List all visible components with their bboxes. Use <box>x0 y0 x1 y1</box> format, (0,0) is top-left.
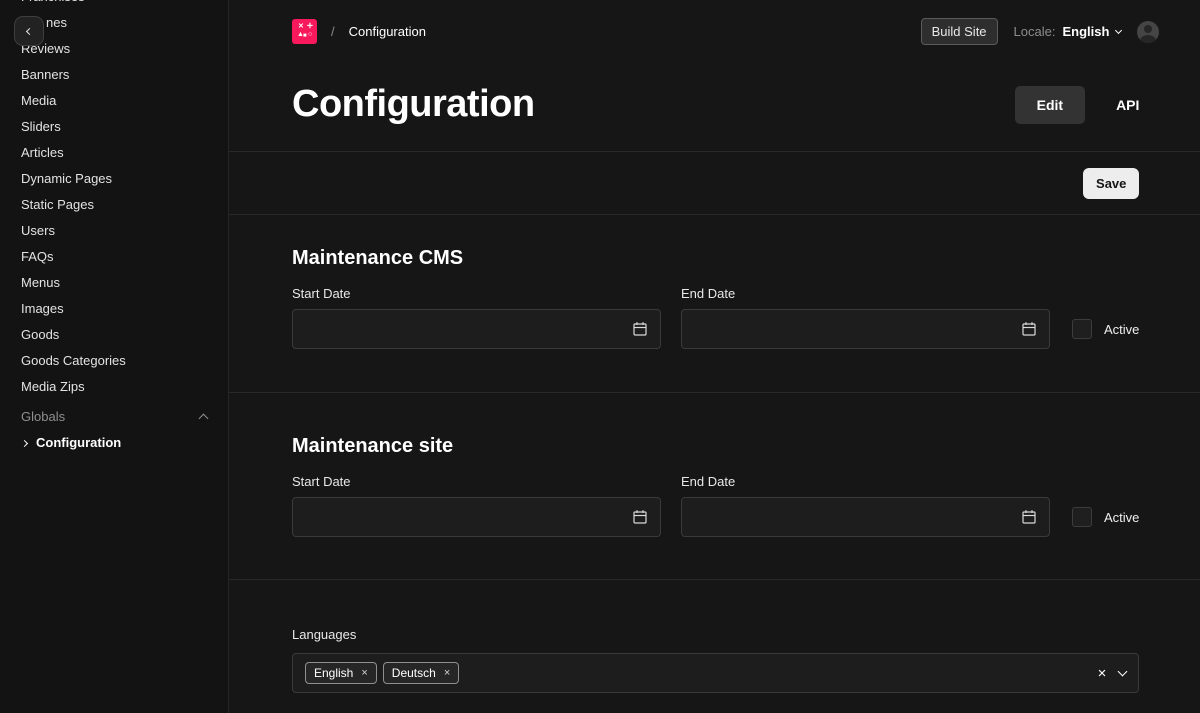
api-tab-button[interactable]: API <box>1096 86 1159 124</box>
language-tag[interactable]: Deutsch × <box>383 662 459 684</box>
app-root: Franchises nes Reviews Banners Media Sli… <box>0 0 1200 713</box>
sidebar-collapse-button[interactable] <box>14 16 44 46</box>
sidebar-item-media-zips[interactable]: Media Zips <box>0 374 228 400</box>
language-tags: English × Deutsch × <box>305 662 1098 684</box>
chevron-left-icon <box>25 27 32 34</box>
locale-select[interactable]: English <box>1062 24 1121 39</box>
chevron-down-icon <box>1115 26 1122 33</box>
sidebar-nav: Franchises nes Reviews Banners Media Sli… <box>0 0 228 400</box>
active-checkbox-group: Active <box>1072 309 1139 349</box>
locale-switcher: Locale: English <box>1014 24 1122 39</box>
mode-switch: Edit API <box>1015 86 1160 124</box>
chevron-right-icon <box>21 439 28 446</box>
checkbox-label: Active <box>1104 322 1139 337</box>
end-date-input[interactable] <box>681 309 1050 349</box>
sidebar-item-dynamic-pages[interactable]: Dynamic Pages <box>0 166 228 192</box>
logo-glyph: ✕ <box>298 23 304 30</box>
active-checkbox[interactable] <box>1072 319 1092 339</box>
end-date-field: End Date <box>681 286 1050 349</box>
tag-label: English <box>314 666 353 680</box>
save-toolbar: Save <box>229 152 1200 214</box>
save-button[interactable]: Save <box>1083 168 1139 199</box>
configuration-label: Configuration <box>36 430 121 456</box>
topbar: ✕ ✛ ▲ ■ ○ / Configuration Build Site Loc… <box>229 0 1200 44</box>
sidebar-item-banners[interactable]: Banners <box>0 62 228 88</box>
checkbox-label: Active <box>1104 510 1139 525</box>
sidebar-item-images[interactable]: Images <box>0 296 228 322</box>
chevron-down-icon[interactable] <box>1118 667 1128 677</box>
sidebar-item-configuration[interactable]: Configuration <box>0 430 228 456</box>
field-label: End Date <box>681 286 1050 301</box>
start-date-field: Start Date <box>292 286 661 349</box>
language-tag[interactable]: English × <box>305 662 377 684</box>
start-date-input[interactable] <box>292 497 661 537</box>
sidebar-item-sliders[interactable]: Sliders <box>0 114 228 140</box>
main-content: ✕ ✛ ▲ ■ ○ / Configuration Build Site Loc… <box>229 0 1200 713</box>
tag-label: Deutsch <box>392 666 436 680</box>
calendar-icon[interactable] <box>632 509 648 525</box>
calendar-icon[interactable] <box>1021 321 1037 337</box>
tag-remove-icon[interactable]: × <box>361 667 367 679</box>
sidebar-group-globals[interactable]: Globals <box>0 404 228 430</box>
section-languages: Languages English × Deutsch × × <box>229 580 1200 693</box>
sidebar-item-franchises[interactable]: Franchises <box>0 0 228 10</box>
multiselect-controls: × <box>1098 666 1127 681</box>
sidebar-item-articles[interactable]: Articles <box>0 140 228 166</box>
logo-glyph: ✛ <box>307 23 313 30</box>
sidebar-item-static-pages[interactable]: Static Pages <box>0 192 228 218</box>
calendar-icon[interactable] <box>1021 509 1037 525</box>
sidebar-item-goods-categories[interactable]: Goods Categories <box>0 348 228 374</box>
logo-glyph: ■ <box>303 33 307 39</box>
sidebar-item-faqs[interactable]: FAQs <box>0 244 228 270</box>
sidebar: Franchises nes Reviews Banners Media Sli… <box>0 0 229 713</box>
sidebar-item-users[interactable]: Users <box>0 218 228 244</box>
calendar-icon[interactable] <box>632 321 648 337</box>
clear-icon[interactable]: × <box>1098 666 1107 681</box>
sidebar-item-goods[interactable]: Goods <box>0 322 228 348</box>
breadcrumb: ✕ ✛ ▲ ■ ○ / Configuration <box>292 19 426 44</box>
topbar-actions: Build Site Locale: English <box>921 18 1160 45</box>
active-checkbox-group: Active <box>1072 497 1139 537</box>
logo-glyph: ○ <box>308 31 312 38</box>
end-date-input[interactable] <box>681 497 1050 537</box>
page-title: Configuration <box>292 83 535 126</box>
user-avatar[interactable] <box>1137 21 1159 43</box>
section-maintenance-cms: Maintenance CMS Start Date <box>229 215 1200 392</box>
tag-remove-icon[interactable]: × <box>444 667 450 679</box>
section-title: Maintenance site <box>292 435 1139 458</box>
edit-tab-button[interactable]: Edit <box>1015 86 1085 124</box>
breadcrumb-current: Configuration <box>349 24 426 39</box>
app-logo-icon[interactable]: ✕ ✛ ▲ ■ ○ <box>292 19 317 44</box>
start-date-input[interactable] <box>292 309 661 349</box>
languages-label: Languages <box>292 627 1139 642</box>
section-title: Maintenance CMS <box>292 247 1139 270</box>
field-label: Start Date <box>292 286 661 301</box>
locale-value: English <box>1062 24 1109 39</box>
end-date-field: End Date <box>681 474 1050 537</box>
breadcrumb-separator: / <box>331 24 335 39</box>
fields-row: Start Date End Date <box>292 474 1139 537</box>
fields-row: Start Date End Date <box>292 286 1139 349</box>
titlebar: Configuration Edit API <box>229 44 1200 151</box>
languages-multiselect[interactable]: English × Deutsch × × <box>292 653 1139 693</box>
section-maintenance-site: Maintenance site Start Date <box>229 393 1200 579</box>
active-checkbox[interactable] <box>1072 507 1092 527</box>
sidebar-item-menus[interactable]: Menus <box>0 270 228 296</box>
start-date-field: Start Date <box>292 474 661 537</box>
sidebar-item-media[interactable]: Media <box>0 88 228 114</box>
globals-label: Globals <box>21 404 65 430</box>
build-site-button[interactable]: Build Site <box>921 18 998 45</box>
field-label: Start Date <box>292 474 661 489</box>
field-label: End Date <box>681 474 1050 489</box>
locale-label: Locale: <box>1014 24 1056 39</box>
chevron-up-icon <box>199 414 209 424</box>
